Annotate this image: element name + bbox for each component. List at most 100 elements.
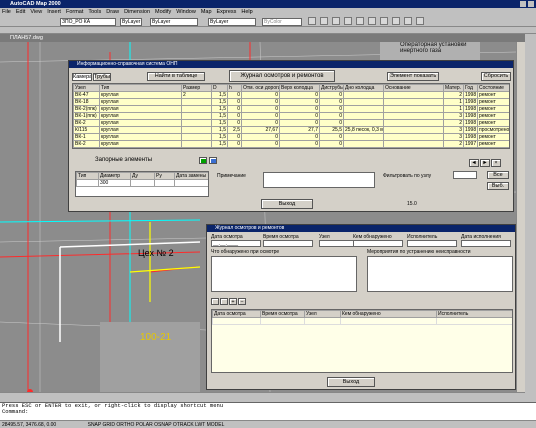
- table-cell[interactable]: [343, 119, 384, 127]
- table-cell[interactable]: 1997: [463, 140, 478, 148]
- tab-inspection[interactable]: Камера: [72, 73, 92, 81]
- table-cell[interactable]: круглая: [99, 105, 182, 113]
- table-cell[interactable]: 0: [279, 140, 320, 148]
- table-cell[interactable]: 1: [443, 105, 464, 113]
- journal-field-input[interactable]: [407, 240, 457, 247]
- shutoff-cell[interactable]: [154, 179, 175, 187]
- table-cell[interactable]: 0: [319, 119, 344, 127]
- table-cell[interactable]: [343, 133, 384, 141]
- table-cell[interactable]: 0: [319, 91, 344, 99]
- table-cell[interactable]: круглая: [99, 133, 182, 141]
- layer-combo[interactable]: ЗПО_РО КА: [60, 18, 116, 26]
- table-cell[interactable]: 0: [241, 105, 280, 113]
- first-record-icon[interactable]: [211, 298, 219, 305]
- table-cell[interactable]: [383, 112, 444, 120]
- prev-record-icon[interactable]: [220, 298, 228, 305]
- table-cell[interactable]: [343, 140, 384, 148]
- journal-field-input[interactable]: [353, 240, 403, 247]
- column-header[interactable]: Состояние: [477, 84, 509, 92]
- journal-column-header[interactable]: Кем обнаружено: [340, 310, 437, 318]
- table-cell[interactable]: ВК-47: [73, 91, 100, 99]
- linetype-combo[interactable]: ByLayer: [150, 18, 198, 26]
- table-cell[interactable]: 2: [443, 91, 464, 99]
- table-cell[interactable]: [181, 126, 212, 134]
- table-cell[interactable]: 1998: [463, 119, 478, 127]
- table-cell[interactable]: 1,5: [211, 105, 228, 113]
- table-cell[interactable]: [181, 119, 212, 127]
- table-row[interactable]: ВК-1 круглая 1,5 0 0 0 0 3 1998 ремонт: [73, 133, 509, 141]
- table-row[interactable]: ВК-1(ппк) круглая 1,5 0 0 0 0 3 1998 ремонт: [73, 112, 509, 120]
- shutoff-edit-icon[interactable]: [209, 157, 217, 164]
- table-cell[interactable]: 0: [227, 112, 242, 120]
- menu-item[interactable]: Draw: [106, 9, 119, 15]
- table-cell[interactable]: 0: [241, 133, 280, 141]
- column-header[interactable]: Узел: [73, 84, 100, 92]
- table-cell[interactable]: [343, 105, 384, 113]
- table-cell[interactable]: 0: [319, 98, 344, 106]
- pan-icon[interactable]: [308, 17, 316, 25]
- table-cell[interactable]: 0: [279, 91, 320, 99]
- table-cell[interactable]: 1: [443, 98, 464, 106]
- zoom-previous-icon[interactable]: [344, 17, 352, 25]
- table-cell[interactable]: ВК-1(ппк): [73, 112, 100, 120]
- table-cell[interactable]: 0: [279, 133, 320, 141]
- table-cell[interactable]: ремонт: [477, 140, 509, 148]
- table-cell[interactable]: 25,8 песок, 0,3 метра: [343, 126, 384, 134]
- shutoff-cell[interactable]: [76, 179, 99, 187]
- add-record-icon[interactable]: +: [229, 298, 237, 305]
- shutoff-table-container[interactable]: Тип Диаметр Ду Ру Дата замены 300: [75, 171, 209, 197]
- table-cell[interactable]: К/115: [73, 126, 100, 134]
- table-cell[interactable]: 3: [443, 112, 464, 120]
- properties-icon[interactable]: [404, 17, 412, 25]
- column-header[interactable]: h: [227, 84, 242, 92]
- shutoff-cell[interactable]: [130, 179, 155, 187]
- table-cell[interactable]: 0: [319, 112, 344, 120]
- table-cell[interactable]: [181, 140, 212, 148]
- table-cell[interactable]: 0: [279, 98, 320, 106]
- menu-item[interactable]: Insert: [47, 9, 61, 15]
- table-cell[interactable]: 0: [319, 140, 344, 148]
- table-cell[interactable]: 2: [181, 91, 212, 99]
- zoom-realtime-icon[interactable]: [320, 17, 328, 25]
- table-cell[interactable]: просмотрено: [477, 126, 509, 134]
- menu-item[interactable]: Tools: [88, 9, 101, 15]
- shutoff-cell[interactable]: [174, 179, 208, 187]
- nav-next-icon[interactable]: ►: [480, 159, 490, 167]
- zoom-in-icon[interactable]: [356, 17, 364, 25]
- column-header[interactable]: Тип: [99, 84, 182, 92]
- table-row[interactable]: К/115 круглая 1,5 2,5 27,67 27,7 25,5 25,8 песо…: [73, 126, 509, 134]
- table-cell[interactable]: [343, 98, 384, 106]
- table-cell[interactable]: круглая: [99, 140, 182, 148]
- table-row[interactable]: ВК-18 круглая 1,5 0 0 0 0 1 1998 ремонт: [73, 98, 509, 106]
- table-cell[interactable]: 25,5: [319, 126, 344, 134]
- table-cell[interactable]: [343, 91, 384, 99]
- table-cell[interactable]: [181, 98, 212, 106]
- table-cell[interactable]: круглая: [99, 119, 182, 127]
- table-cell[interactable]: [181, 105, 212, 113]
- table-cell[interactable]: ремонт: [477, 112, 509, 120]
- table-cell[interactable]: 0: [319, 133, 344, 141]
- table-cell[interactable]: [383, 105, 444, 113]
- table-cell[interactable]: ВК-18: [73, 98, 100, 106]
- table-cell[interactable]: [181, 112, 212, 120]
- table-cell[interactable]: 2: [443, 140, 464, 148]
- table-cell[interactable]: ВК-1: [73, 133, 100, 141]
- column-header[interactable]: D: [211, 84, 228, 92]
- table-row[interactable]: ВК-47 круглая 2 1,5 0 0 0 0 2 1998 ремонт: [73, 91, 509, 99]
- minimize-icon[interactable]: [520, 1, 526, 7]
- table-cell[interactable]: 1,5: [211, 119, 228, 127]
- table-cell[interactable]: 0: [319, 105, 344, 113]
- menu-item[interactable]: View: [30, 9, 42, 15]
- table-cell[interactable]: [383, 91, 444, 99]
- lineweight-combo[interactable]: ByLayer: [208, 18, 256, 26]
- journal-column-header[interactable]: Узел: [304, 310, 341, 318]
- menu-item[interactable]: Help: [241, 9, 252, 15]
- column-header[interactable]: Верх колодца: [279, 84, 320, 92]
- column-header[interactable]: Основание: [383, 84, 444, 92]
- show-element-button[interactable]: Элемент показать: [387, 72, 439, 81]
- table-cell[interactable]: круглая: [99, 98, 182, 106]
- table-row[interactable]: ВК-2(ппк) круглая 1,5 0 0 0 0 1 1998 ремонт: [73, 105, 509, 113]
- reset-button[interactable]: Сбросить: [481, 72, 511, 81]
- table-row[interactable]: ВК-2 круглая 1,5 0 0 0 0 2 1997 ремонт: [73, 140, 509, 148]
- exit-button-2[interactable]: Выход: [327, 377, 375, 387]
